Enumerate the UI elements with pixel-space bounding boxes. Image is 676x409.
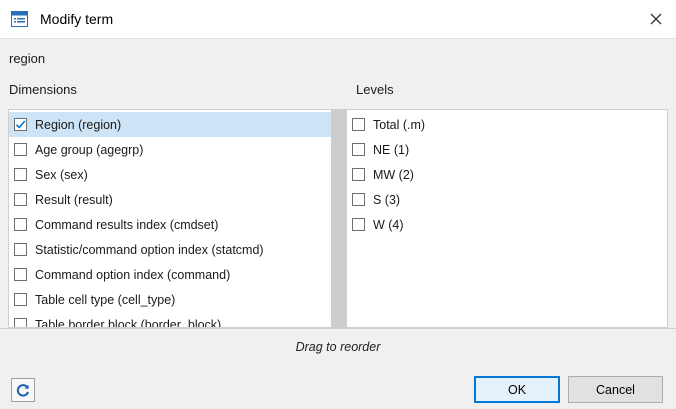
dimension-label: Command results index (cmdset) [35, 217, 219, 232]
checkmark-icon [15, 120, 26, 129]
dimension-label: Region (region) [35, 117, 122, 132]
level-item-total[interactable]: Total (.m) [347, 112, 667, 137]
dimensions-list[interactable]: Region (region) Age group (agegrp) Sex (… [8, 109, 346, 328]
checkbox[interactable] [14, 168, 27, 181]
dimension-label: Table border block (border_block) [35, 317, 222, 328]
checkbox[interactable] [14, 118, 27, 131]
footer-divider [0, 328, 676, 329]
dimensions-header: Dimensions [9, 82, 77, 97]
dimension-item-region[interactable]: Region (region) [9, 112, 331, 137]
checkbox[interactable] [14, 268, 27, 281]
cancel-button[interactable]: Cancel [568, 376, 663, 403]
window-list-icon [11, 11, 28, 27]
checkbox[interactable] [14, 293, 27, 306]
checkbox[interactable] [352, 193, 365, 206]
dimension-label: Table cell type (cell_type) [35, 292, 176, 307]
dimension-label: Command option index (command) [35, 267, 231, 282]
dimension-item-sex[interactable]: Sex (sex) [9, 162, 331, 187]
refresh-button[interactable] [11, 378, 35, 402]
level-item-s[interactable]: S (3) [347, 187, 667, 212]
checkbox[interactable] [352, 118, 365, 131]
dimension-item-result[interactable]: Result (result) [9, 187, 331, 212]
drag-hint: Drag to reorder [295, 340, 381, 354]
level-label: W (4) [373, 217, 404, 232]
dimension-item-cell-type[interactable]: Table cell type (cell_type) [9, 287, 331, 312]
dimensions-scrollbar[interactable] [331, 109, 346, 328]
checkbox[interactable] [14, 318, 27, 327]
levels-list[interactable]: Total (.m) NE (1) MW (2) S (3) W (4) [346, 109, 668, 328]
ok-button[interactable]: OK [474, 376, 560, 403]
checkbox[interactable] [14, 143, 27, 156]
level-label: Total (.m) [373, 117, 426, 132]
level-label: S (3) [373, 192, 401, 207]
dimension-label: Age group (agegrp) [35, 142, 144, 157]
level-item-w[interactable]: W (4) [347, 212, 667, 237]
refresh-icon [16, 384, 29, 397]
levels-header: Levels [356, 82, 394, 97]
dimension-item-agegrp[interactable]: Age group (agegrp) [9, 137, 331, 162]
checkbox[interactable] [352, 218, 365, 231]
dimension-label: Statistic/command option index (statcmd) [35, 242, 264, 257]
dimension-label: Sex (sex) [35, 167, 88, 182]
checkbox[interactable] [14, 193, 27, 206]
dimension-item-border-block[interactable]: Table border block (border_block) [9, 312, 331, 328]
checkbox[interactable] [352, 168, 365, 181]
level-item-mw[interactable]: MW (2) [347, 162, 667, 187]
dimension-item-statcmd[interactable]: Statistic/command option index (statcmd) [9, 237, 331, 262]
title-bar: Modify term [0, 0, 676, 39]
term-name: region [9, 51, 46, 66]
window-title: Modify term [40, 11, 114, 27]
checkbox[interactable] [352, 143, 365, 156]
close-button[interactable] [636, 0, 676, 38]
level-label: NE (1) [373, 142, 410, 157]
dimension-item-cmdset[interactable]: Command results index (cmdset) [9, 212, 331, 237]
dimension-label: Result (result) [35, 192, 113, 207]
level-label: MW (2) [373, 167, 414, 182]
close-icon [650, 13, 662, 25]
dimension-item-command[interactable]: Command option index (command) [9, 262, 331, 287]
checkbox[interactable] [14, 218, 27, 231]
checkbox[interactable] [14, 243, 27, 256]
level-item-ne[interactable]: NE (1) [347, 137, 667, 162]
